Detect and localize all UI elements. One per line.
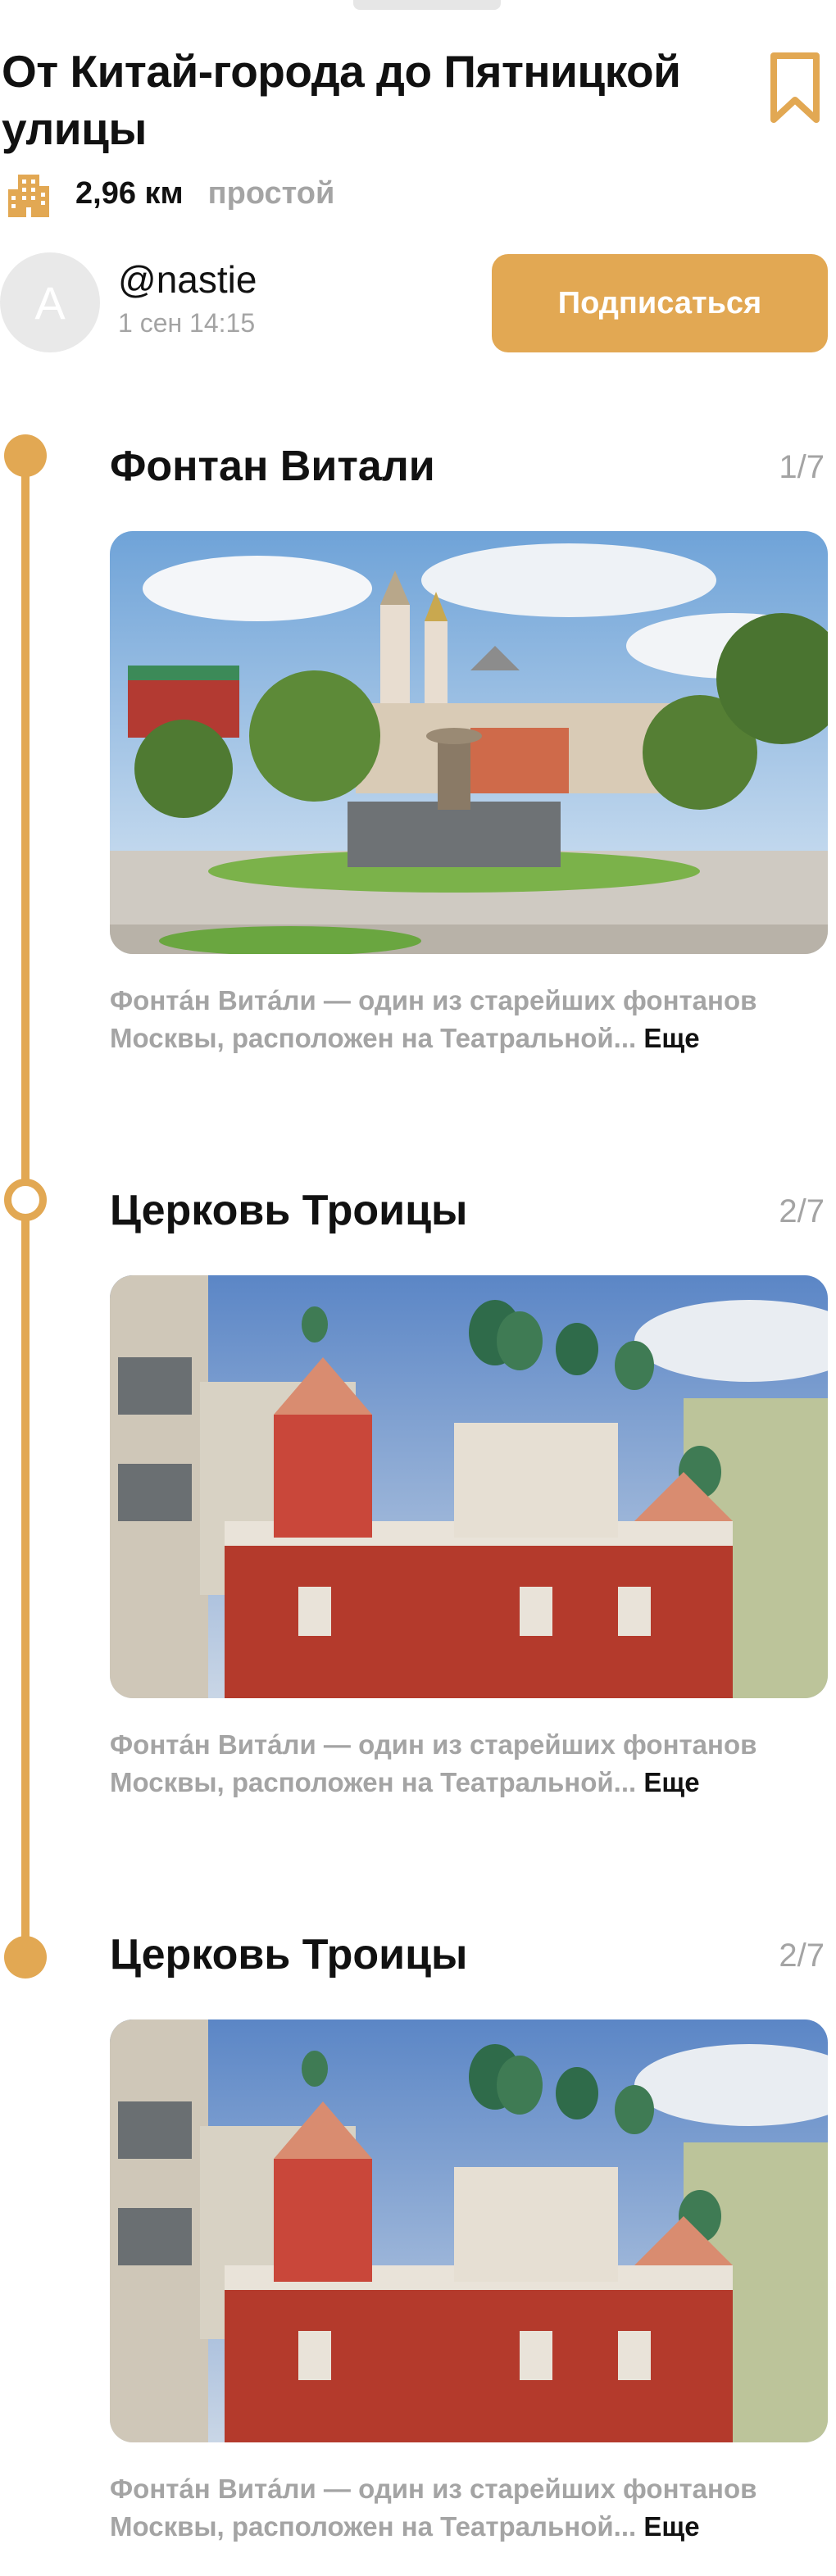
stop-counter: 2/7 — [779, 1193, 825, 1229]
sheet-grabber[interactable] — [353, 0, 501, 10]
more-link[interactable]: Еще — [643, 2511, 699, 2542]
fountain-photo[interactable] — [110, 531, 828, 954]
timeline-dot-3 — [4, 1936, 47, 1979]
stop-description: Фонта́н Вита́ли — один из старейших фонт… — [110, 982, 828, 1057]
subscribe-button[interactable]: Подписаться — [492, 254, 828, 352]
more-link[interactable]: Еще — [643, 1023, 699, 1053]
stop-description: Фонта́н Вита́ли — один из старейших фонт… — [110, 2470, 828, 2546]
bookmark-icon[interactable] — [769, 51, 821, 126]
church-photo[interactable] — [110, 1275, 828, 1698]
timeline-dot-1 — [4, 434, 47, 477]
stop-counter: 1/7 — [779, 449, 825, 485]
stop-counter: 2/7 — [779, 1938, 825, 1974]
church-photo[interactable] — [110, 2019, 828, 2442]
route-stop: Церковь Троицы 2/7 Фонта́н Вита́ли — оди… — [110, 1182, 828, 1838]
route-distance: 2,96 км — [75, 175, 184, 211]
more-link[interactable]: Еще — [643, 1767, 699, 1797]
city-icon — [8, 175, 49, 217]
timeline-dot-2 — [4, 1179, 47, 1221]
author-username[interactable]: @nastie — [118, 257, 257, 302]
stop-title[interactable]: Церковь Троицы — [110, 1926, 467, 1983]
stop-title[interactable]: Фонтан Витали — [110, 438, 435, 495]
stop-title[interactable]: Церковь Троицы — [110, 1182, 467, 1239]
route-stop: Фонтан Витали 1/7 Фонта́н Вита́ли — один… — [110, 438, 828, 1093]
route-title: От Китай-города до Пятницкой улицы — [2, 46, 681, 154]
route-stop: Церковь Троицы 2/7 Фонта́н Вита́ли — оди… — [110, 1926, 828, 2576]
publish-date: 1 сен 14:15 — [118, 308, 256, 338]
avatar[interactable]: A — [0, 252, 100, 352]
route-meta: 2,96 км простой — [5, 169, 334, 218]
author-row: A @nastie 1 сен 14:15 Подписаться — [0, 252, 828, 354]
stop-description: Фонта́н Вита́ли — один из старейших фонт… — [110, 1726, 828, 1801]
route-difficulty: простой — [207, 175, 335, 211]
